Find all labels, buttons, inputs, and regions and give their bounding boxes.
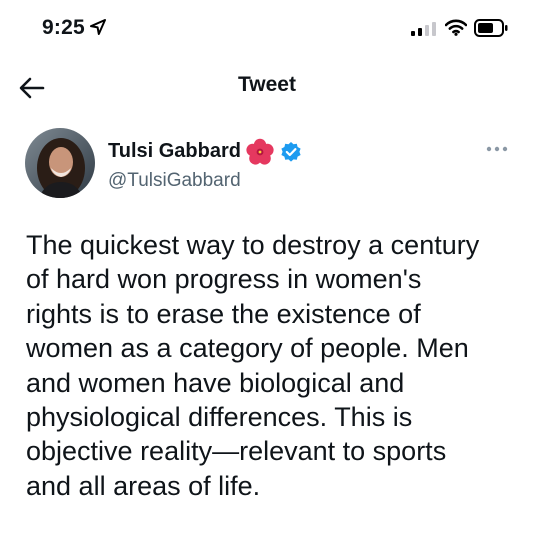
tweet-author: Tulsi Gabbard @TulsiGabbard [0,128,534,200]
nav-bar: Tweet [0,60,534,116]
tweet-text-line: rights is to erase the existence of [26,298,421,329]
author-handle[interactable]: @TulsiGabbard [108,170,241,192]
more-options-icon [486,146,508,152]
tweet-text-line: physiological differences. This is [26,402,413,433]
author-name[interactable]: Tulsi Gabbard [108,140,241,163]
tweet-text-line: and all areas of life. [26,470,261,501]
tweet-text-line: and women have biological and [26,367,405,398]
status-time: 9:25 [42,16,85,39]
battery-icon [474,19,508,37]
tweet-text-line: women as a category of people. Men [26,333,469,364]
status-bar: 9:25 [0,0,534,60]
cellular-signal-icon [411,22,436,36]
tweet-text-line: of hard won progress in women's [26,264,422,295]
avatar-image [25,128,95,198]
more-options-button[interactable] [482,142,512,156]
location-arrow-icon [90,19,106,35]
hibiscus-icon [246,138,274,165]
page-title: Tweet [238,73,296,96]
tweet-text: The quickest way to destroy a century of… [26,228,526,503]
verified-badge-icon [281,142,301,162]
tweet-text-line: The quickest way to destroy a century [26,230,480,260]
tweet-text-line: objective reality—relevant to sports [26,436,447,467]
avatar[interactable] [25,128,95,198]
wifi-icon [445,19,467,36]
